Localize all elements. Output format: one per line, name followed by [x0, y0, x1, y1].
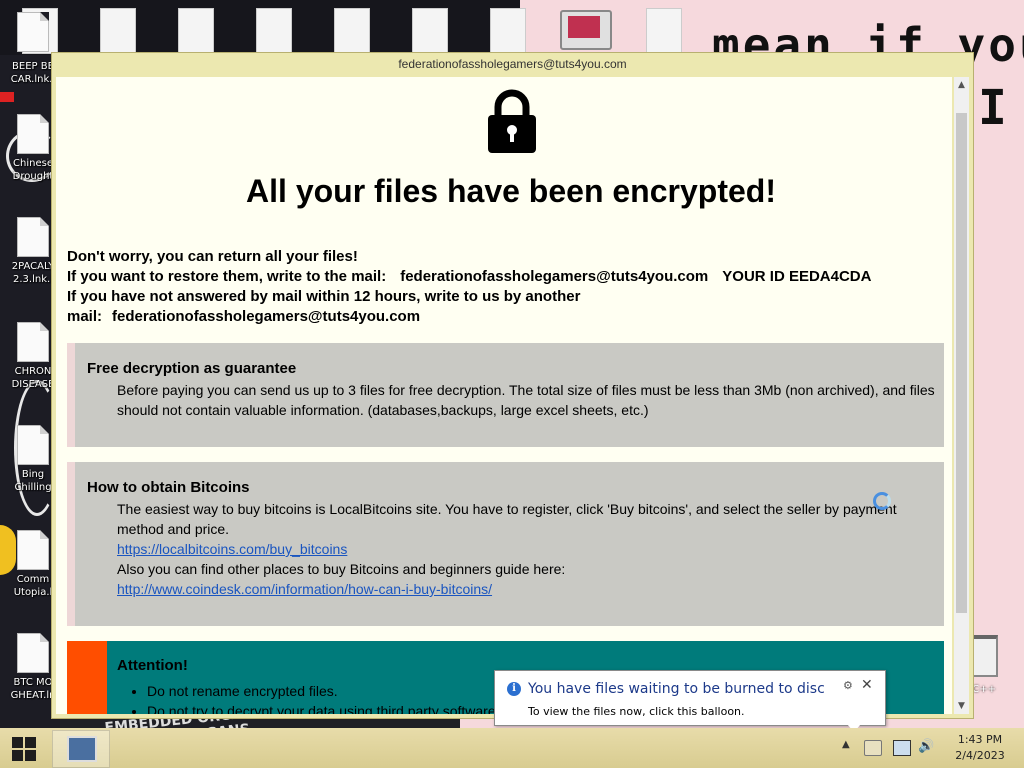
intro-line-text: If you want to restore them, write to th… [67, 268, 387, 285]
section-edge [67, 641, 107, 714]
desktop-file-icon[interactable] [100, 8, 136, 54]
taskbar-app-button[interactable] [52, 730, 110, 768]
busy-cursor-icon [873, 492, 891, 510]
computer-icon [67, 736, 97, 762]
window-title: federationofassholegamers@tuts4you.com [398, 57, 627, 71]
burn-notification-balloon[interactable]: i You have files waiting to be burned to… [494, 670, 886, 732]
desktop-file-icon[interactable] [256, 8, 292, 54]
wallpaper-text: I [978, 80, 1007, 136]
section-title: How to obtain Bitcoins [87, 479, 250, 496]
scroll-down-arrow-icon[interactable]: ▼ [954, 698, 969, 714]
balloon-text: To view the files now, click this balloo… [528, 705, 745, 718]
taskbar: ▲ 🔊 1:43 PM 2/4/2023 [0, 728, 1024, 768]
desktop-file-icon[interactable] [412, 8, 448, 54]
section-text: The easiest way to buy bitcoins is Local… [117, 501, 897, 537]
volume-icon[interactable]: 🔊 [918, 740, 934, 754]
attention-list: Do not rename encrypted files. Do not tr… [117, 681, 496, 714]
section-body: Before paying you can send us up to 3 fi… [117, 382, 935, 418]
intro-line: Don't worry, you can return all your fil… [67, 248, 358, 265]
shortcut-icon [17, 425, 49, 465]
clock-time: 1:43 PM [957, 733, 1003, 746]
desktop-file-icon[interactable] [334, 8, 370, 54]
disc-burn-icon[interactable] [864, 740, 882, 756]
section-edge [67, 343, 75, 447]
list-item: Do not rename encrypted files. [147, 681, 496, 701]
scroll-up-arrow-icon[interactable]: ▲ [954, 77, 969, 93]
coindesk-link[interactable]: http://www.coindesk.com/information/how-… [117, 579, 942, 599]
windows-logo-icon [12, 750, 23, 761]
victim-id: YOUR ID EEDA4CDA [722, 268, 872, 285]
balloon-title: You have files waiting to be burned to d… [528, 681, 825, 697]
info-icon: i [507, 682, 521, 696]
shortcut-icon [17, 322, 49, 362]
contact-email[interactable]: federationofassholegamers@tuts4you.com [112, 308, 420, 325]
intro-line: If you have not answered by mail within … [67, 288, 581, 305]
shortcut-icon [17, 12, 49, 52]
shortcut-icon [17, 530, 49, 570]
shortcut-icon [17, 633, 49, 673]
section-title: Attention! [117, 657, 188, 674]
intro-line: mail: federationofassholegamers@tuts4you.… [67, 307, 947, 327]
page-title: All your files have been encrypted! [246, 173, 776, 209]
wallpaper-accent [0, 92, 14, 102]
show-hidden-icons-arrow-icon[interactable]: ▲ [842, 739, 850, 750]
desktop-file-icon[interactable] [490, 8, 526, 54]
localbitcoins-link[interactable]: https://localbitcoins.com/buy_bitcoins [117, 539, 942, 559]
section-body: The easiest way to buy bitcoins is Local… [117, 499, 942, 599]
bitcoins-section: How to obtain Bitcoins The easiest way t… [67, 462, 944, 626]
wrench-icon[interactable]: ⚙ [843, 679, 853, 692]
section-title: Free decryption as guarantee [87, 360, 297, 377]
intro-line-text: mail: [67, 308, 103, 325]
computer-icon[interactable] [560, 10, 612, 50]
start-button[interactable] [0, 728, 50, 768]
section-edge [67, 462, 75, 626]
clock[interactable]: 1:43 PM 2/4/2023 [945, 732, 1015, 764]
window-content: All your files have been encrypted! Don'… [56, 77, 952, 714]
list-item: Do not try to decrypt your data using th… [147, 701, 496, 714]
ransom-note-window[interactable]: federationofassholegamers@tuts4you.com A… [51, 52, 974, 719]
shortcut-icon [17, 114, 49, 154]
shortcut-icon [17, 217, 49, 257]
desktop-file-icon[interactable] [178, 8, 214, 54]
windows-logo-icon [25, 750, 36, 761]
scroll-thumb[interactable] [956, 113, 967, 613]
contact-email[interactable]: federationofassholegamers@tuts4you.com [400, 268, 708, 285]
network-icon[interactable] [893, 740, 911, 756]
intro-line: If you want to restore them, write to th… [67, 267, 947, 287]
windows-logo-icon [25, 737, 36, 748]
windows-logo-icon [12, 737, 23, 748]
scrollbar[interactable]: ▲ ▼ [954, 77, 969, 714]
free-decryption-section: Free decryption as guarantee Before payi… [67, 343, 944, 447]
padlock-icon [488, 89, 536, 153]
intro-text: Don't worry, you can return all your fil… [67, 247, 947, 327]
section-text: Also you can find other places to buy Bi… [117, 561, 566, 577]
close-icon[interactable]: ✕ [861, 677, 873, 693]
desktop-file-icon[interactable] [646, 8, 682, 54]
clock-date: 2/4/2023 [955, 749, 1005, 762]
